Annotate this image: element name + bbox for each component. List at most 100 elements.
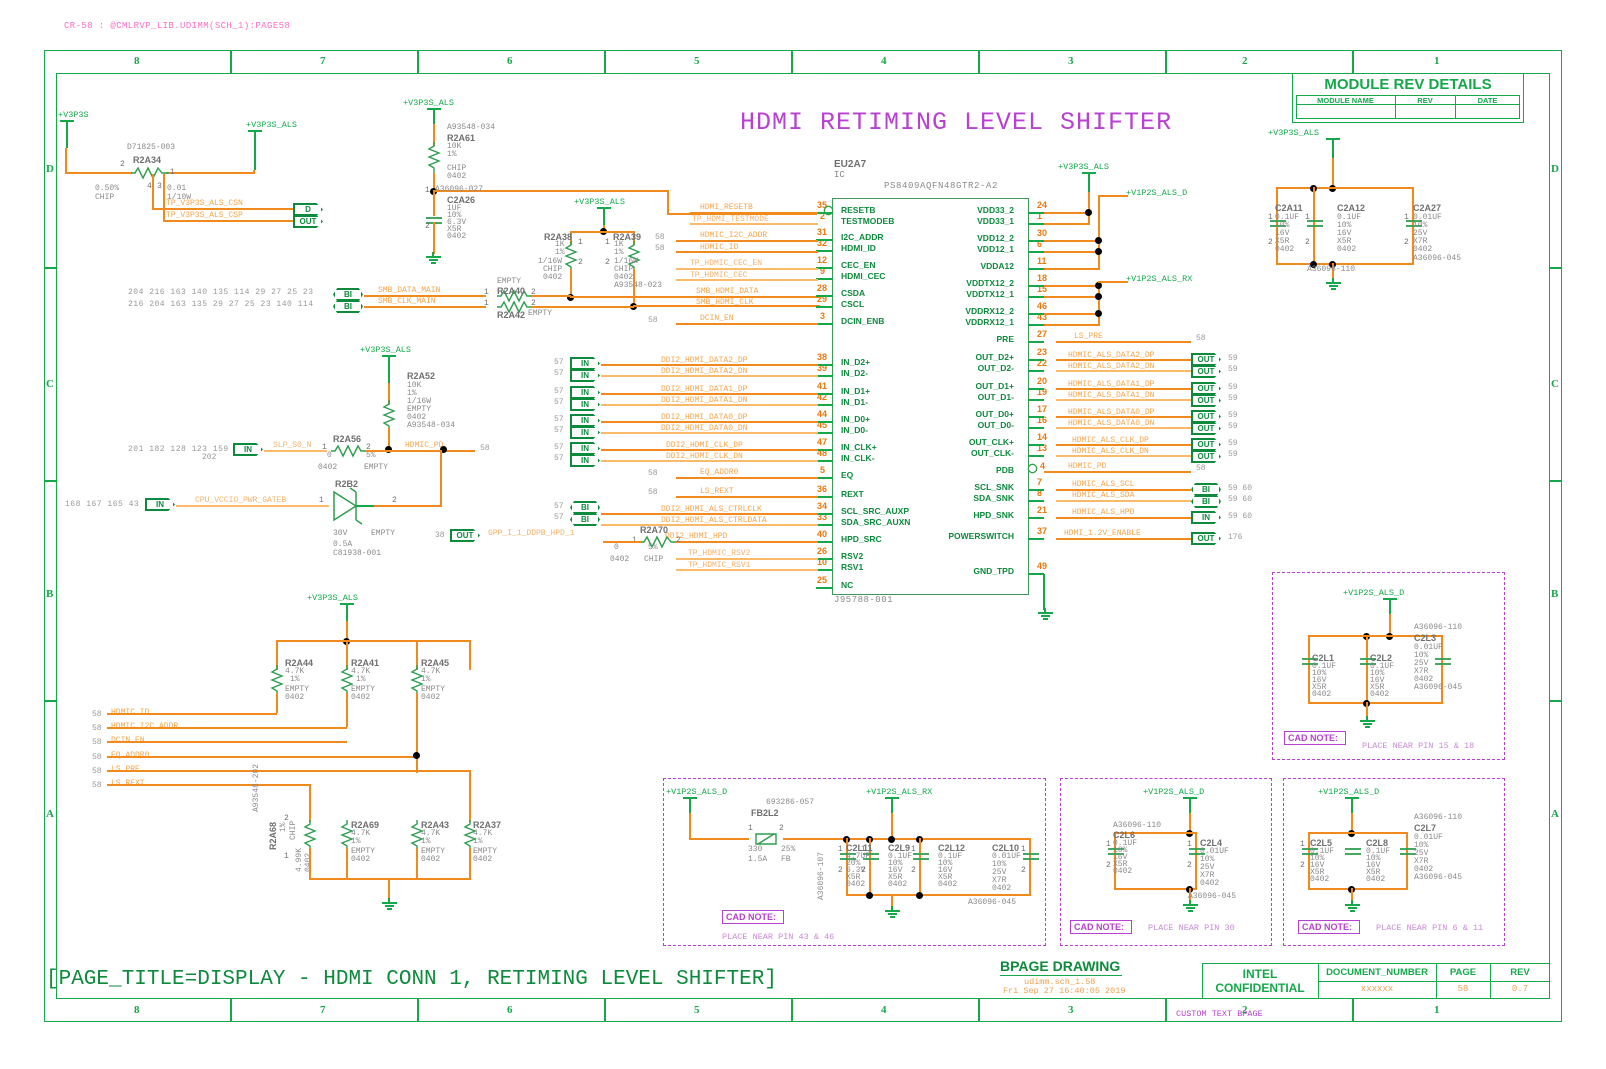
module-name-header: MODULE NAME [1317, 96, 1374, 105]
ic-refdes: EU2A7 [834, 159, 867, 170]
pin-num-46: 46 [1037, 301, 1048, 311]
val-R2A68-chip: CHIP [289, 820, 298, 840]
power-label-v3p3s-als-5: +V3P3S_ALS [1058, 162, 1110, 172]
page-ref-d1dp: 57 [554, 387, 564, 396]
power-label-v1p2s-rx-g1: +V1P2S_ALS_RX [866, 787, 933, 797]
net-hdmic-als-data1-dn: HDMIC_ALS_DATA1_DN [1068, 391, 1155, 400]
page-title: HDMI RETIMING LEVEL SHIFTER [740, 108, 1173, 137]
pin-name-NC: NC [841, 580, 854, 590]
val-C2A11-fp: 0402 [1275, 245, 1295, 254]
pin-R2A38-1: 1 [578, 238, 583, 247]
pin-FB2L2-1: 1 [748, 824, 753, 833]
zone-row-C-right: C [1551, 378, 1559, 390]
power-label-v3p3s-als-1: +V3P3S_ALS [246, 120, 298, 130]
page-ref-hdmic-i2c-addr: 58 [655, 233, 665, 242]
pd-page-dcin-en: 58 [92, 738, 102, 747]
refdes-R2A56: R2A56 [333, 434, 362, 444]
pin-R2A38-2: 2 [578, 258, 583, 267]
junction-dot [1095, 248, 1102, 255]
pd-page-ls-rext: 58 [92, 781, 102, 790]
zone-row-B-left: B [46, 588, 54, 600]
pin-name-CEC_EN: CEC_EN [841, 260, 876, 270]
refdes-R2A34: R2A34 [133, 155, 162, 165]
refdes-C2A12: C2A12 [1337, 203, 1366, 213]
pin-C2L11-1: 1 [838, 845, 843, 854]
pin-num-34: 34 [817, 501, 828, 511]
page-ref-dcin-en: 58 [648, 316, 658, 325]
pin-C2A12-1: 1 [1305, 213, 1310, 222]
zone-row-A-left: A [46, 808, 54, 820]
page-ref-ls-pre: 58 [1196, 334, 1206, 343]
val-R2A45-fp: 0402 [421, 693, 441, 702]
pin-num-28: 28 [817, 283, 828, 293]
page-value: 58 [1457, 984, 1469, 994]
junction-dot [1095, 310, 1102, 317]
net-smb-hdmi-clk: SMB_HDMI_CLK [696, 298, 754, 307]
port-bi-als-scl[interactable]: BI [1191, 483, 1221, 496]
net-ddi2-ctrldata: DDI2_HDMI_ALS_CTRLDATA [661, 516, 767, 525]
pin-C2L10-2: 2 [1021, 866, 1026, 875]
pin-num-49: 49 [1037, 561, 1048, 571]
net-hdmic-als-scl: HDMIC_ALS_SCL [1072, 480, 1135, 489]
pin-C2L9-2: 2 [861, 866, 866, 875]
junction-dot [916, 892, 923, 899]
power-label-v1p2s-d-g2: +V1P2S_ALS_D [1143, 787, 1205, 797]
pin-name-CSDA: CSDA [841, 288, 866, 298]
page-ref-clkdn: 57 [554, 454, 564, 463]
pin-C2L10-1: 1 [1021, 845, 1026, 854]
port-bi-als-sda[interactable]: BI [1191, 495, 1221, 508]
val-R2A37-fp: 0402 [473, 855, 493, 864]
val-R2A41-fp: 0402 [351, 693, 371, 702]
pin-R2A42-1: 1 [484, 299, 489, 308]
port-bi-ddi2-ctrldata[interactable]: BI [570, 513, 600, 526]
val-R2B2-v: 30V [333, 529, 348, 538]
zone-row-B-right: B [1551, 588, 1559, 600]
val-R2A45-tol: 1% [421, 675, 431, 684]
pin-C2A27-2: 2 [1404, 238, 1409, 247]
partnum-C2L11: A36096-107 [817, 851, 826, 900]
junction-dot [866, 892, 873, 899]
page-ref-als-d2dn: 59 [1228, 365, 1238, 374]
rev-label: REV [1510, 967, 1530, 978]
cad-note-label-4: CAD NOTE: [1284, 731, 1346, 745]
page-ref-ctrlclk: 57 [554, 502, 564, 511]
port-bi-smb-data-main[interactable]: BI [333, 288, 363, 301]
val-R2A70-tol: 5% [648, 543, 658, 552]
power-label-v3p3s-als-6: +V3P3S_ALS [1268, 128, 1320, 138]
pin-name-EQ: EQ [841, 470, 854, 480]
resistor-R2A44-symbol [270, 665, 284, 695]
port-bi-smb-clk-main[interactable]: BI [333, 300, 363, 313]
power-label-v1p2s-als-d-1: +V1P2S_ALS_D [1126, 188, 1188, 198]
cpu-vccio-pages: 168 167 165 43 [65, 500, 140, 509]
module-rev-header: REV [1417, 96, 1433, 105]
pin-C2L12-1: 1 [911, 845, 916, 854]
val-R2A61-tol: 1% [447, 150, 457, 159]
page-ref-eq-addr0: 58 [648, 469, 658, 478]
pin-num-12: 12 [817, 255, 828, 265]
pin-C2L11-2: 2 [838, 866, 843, 875]
resistor-R2A38-symbol [564, 241, 578, 271]
page-ref-als-d1dn: 59 [1228, 394, 1238, 403]
pin-name-RESETB: RESETB [841, 205, 876, 215]
pin-num-47: 47 [817, 437, 828, 447]
net-hdmic-als-clk-dp: HDMIC_ALS_CLK_DP [1072, 436, 1149, 445]
net-hdmic-als-data2-dn: HDMIC_ALS_DATA2_DN [1068, 362, 1155, 371]
pin-num-21: 21 [1037, 505, 1048, 515]
schematic-sheet: CR-58 : @CMLRVP_LIB.UDIMM(SCH_1):PAGE58 … [0, 0, 1606, 1069]
pin-name-IN_D0N: IN_D0- [841, 425, 868, 435]
val-C2L5-fp: 0402 [1310, 875, 1330, 884]
pin-name-OUT_D1N: OUT_D1- [977, 392, 1014, 402]
pin-name-SDA_SNK: SDA_SNK [973, 493, 1014, 503]
port-bi-ddi2-ctrlclk[interactable]: BI [570, 501, 600, 514]
junction-dot [1095, 293, 1102, 300]
pin-name-VDDA12: VDDA12 [980, 261, 1014, 271]
power-label-v3p3s-als-7: +V3P3S_ALS [307, 593, 359, 603]
val-C2L3-amp: A36096-045 [1414, 683, 1463, 692]
bpage-drawing-label: BPAGE DRAWING [1000, 958, 1121, 974]
pin-name-HPD_SNK: HPD_SNK [973, 510, 1014, 520]
net-tp-hdmic-rsv1: TP_HDMIC_RSV1 [688, 561, 751, 570]
pin-C2L6-1: 1 [1106, 840, 1111, 849]
pin-name-POWERSWITCH: POWERSWITCH [948, 531, 1014, 541]
zone-col-8-bottom: 8 [134, 1004, 140, 1016]
resistor-R2A68-symbol [303, 820, 317, 850]
